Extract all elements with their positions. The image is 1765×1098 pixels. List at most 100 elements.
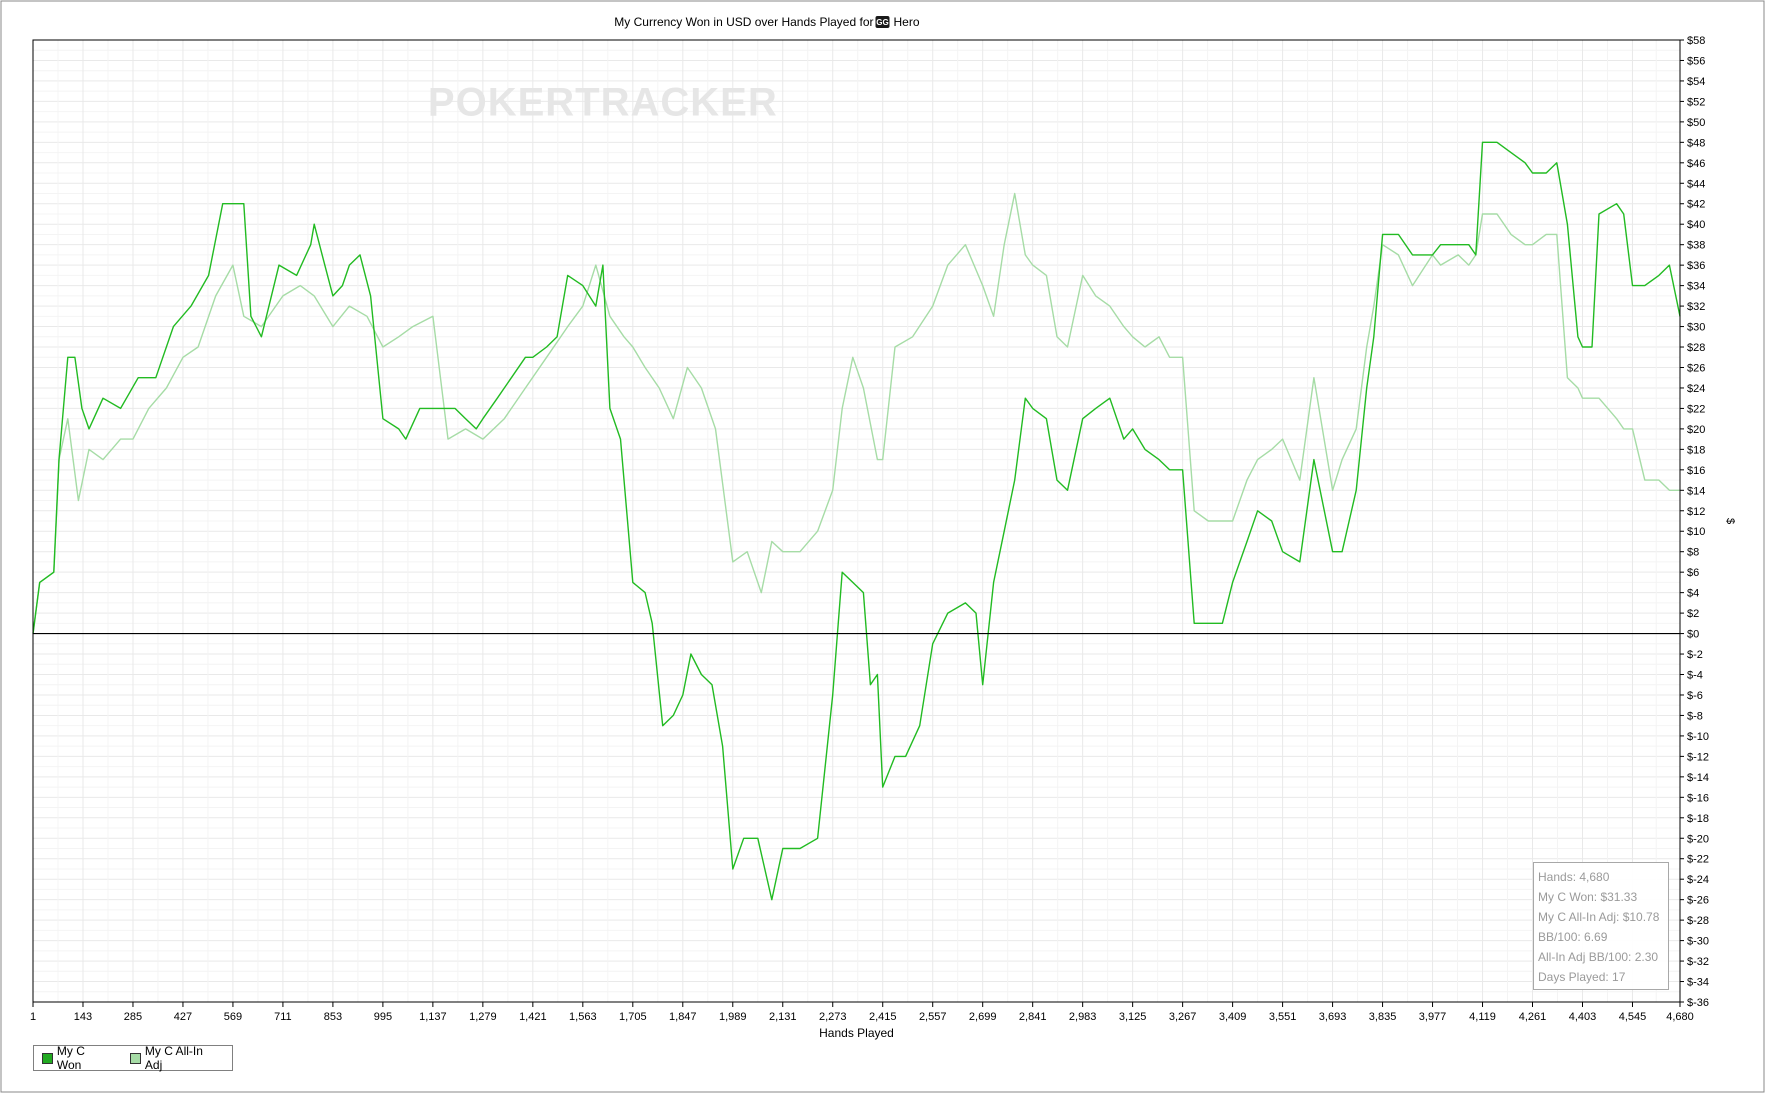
chart-legend: My C Won My C All-In Adj — [33, 1044, 233, 1072]
y-tick-label: $-20 — [1687, 833, 1709, 845]
legend-swatch-all-in-adj — [130, 1052, 141, 1064]
chart-title-player: Hero — [894, 15, 920, 29]
y-tick-label: $-34 — [1687, 977, 1709, 989]
y-tick-label: $10 — [1687, 526, 1705, 538]
y-tick-label: $0 — [1687, 629, 1699, 641]
y-tick-label: $26 — [1687, 362, 1705, 374]
x-tick-label: 2,415 — [869, 1011, 897, 1023]
x-tick-label: 2,983 — [1069, 1011, 1097, 1023]
x-tick-label: 3,835 — [1369, 1011, 1397, 1023]
stat-bb100: BB/100: 6.69 — [1538, 930, 1608, 944]
x-tick-label: 4,119 — [1469, 1011, 1496, 1023]
x-tick-label: 3,551 — [1269, 1011, 1297, 1023]
stat-hands: Hands: 4,680 — [1538, 870, 1610, 884]
y-tick-label: $36 — [1687, 260, 1705, 272]
y-tick-label: $22 — [1687, 403, 1705, 415]
x-tick-label: 3,125 — [1119, 1011, 1147, 1023]
y-tick-label: $-24 — [1687, 874, 1709, 886]
y-tick-label: $-8 — [1687, 710, 1703, 722]
y-tick-label: $4 — [1687, 588, 1699, 600]
y-tick-label: $12 — [1687, 506, 1705, 518]
x-tick-label: 3,693 — [1319, 1011, 1347, 1023]
legend-item-all-in-adj[interactable]: My C All-In Adj — [130, 1044, 222, 1072]
y-tick-label: $34 — [1687, 281, 1705, 293]
y-tick-label: $52 — [1687, 96, 1705, 108]
y-tick-label: $-10 — [1687, 731, 1709, 743]
stats-box: Hands: 4,680 My C Won: $31.33 My C All-I… — [1533, 862, 1669, 990]
y-tick-label: $42 — [1687, 199, 1705, 211]
x-tick-label: 3,267 — [1169, 1011, 1197, 1023]
y-tick-label: $38 — [1687, 240, 1705, 252]
x-tick-label: 853 — [324, 1011, 342, 1023]
y-tick-label: $40 — [1687, 219, 1705, 231]
y-axis-label: $ — [1724, 518, 1736, 524]
pokertracker-watermark: POKERTRACKER — [428, 80, 778, 124]
y-tick-label: $14 — [1687, 485, 1705, 497]
y-tick-label: $-22 — [1687, 854, 1709, 866]
x-tick-label: 2,699 — [969, 1011, 997, 1023]
y-tick-label: $-16 — [1687, 792, 1709, 804]
x-tick-label: 3,409 — [1219, 1011, 1247, 1023]
y-tick-label: $32 — [1687, 301, 1705, 313]
y-tick-label: $-4 — [1687, 670, 1703, 682]
x-tick-label: 1,847 — [669, 1011, 697, 1023]
x-tick-label: 427 — [174, 1011, 192, 1023]
x-tick-label: 1,989 — [719, 1011, 747, 1023]
y-tick-label: $-14 — [1687, 772, 1709, 784]
x-tick-label: 4,680 — [1666, 1011, 1694, 1023]
x-tick-label: 1 — [30, 1011, 36, 1023]
chart-title-text: My Currency Won in USD over Hands Played… — [614, 15, 873, 29]
y-tick-label: $58 — [1687, 35, 1705, 47]
y-tick-label: $20 — [1687, 424, 1705, 436]
y-tick-label: $56 — [1687, 55, 1705, 67]
x-tick-label: 1,563 — [569, 1011, 597, 1023]
x-tick-label: 2,273 — [819, 1011, 847, 1023]
legend-label-all-in-adj: My C All-In Adj — [144, 1044, 203, 1072]
x-tick-label: 143 — [74, 1011, 92, 1023]
x-tick-label: 1,421 — [519, 1011, 547, 1023]
y-tick-label: $44 — [1687, 178, 1705, 190]
y-tick-label: $-26 — [1687, 895, 1709, 907]
y-tick-label: $46 — [1687, 158, 1705, 170]
y-tick-label: $6 — [1687, 567, 1699, 579]
stat-days: Days Played: 17 — [1538, 970, 1626, 984]
y-tick-label: $-32 — [1687, 956, 1709, 968]
y-tick-label: $2 — [1687, 608, 1699, 620]
y-tick-label: $-6 — [1687, 690, 1703, 702]
y-tick-label: $50 — [1687, 117, 1705, 129]
x-tick-label: 2,131 — [769, 1011, 797, 1023]
y-tick-label: $8 — [1687, 547, 1699, 559]
x-tick-label: 1,705 — [619, 1011, 647, 1023]
stat-all-in-adj: My C All-In Adj: $10.78 — [1538, 910, 1660, 924]
x-tick-label: 569 — [224, 1011, 242, 1023]
y-tick-label: $18 — [1687, 444, 1705, 456]
x-tick-label: 285 — [124, 1011, 142, 1023]
x-tick-label: 995 — [374, 1011, 392, 1023]
stat-won: My C Won: $31.33 — [1538, 890, 1638, 904]
y-tick-label: $-36 — [1687, 997, 1709, 1009]
x-axis-label: Hands Played — [819, 1026, 894, 1040]
x-tick-label: 1,137 — [419, 1011, 447, 1023]
x-tick-label: 2,557 — [919, 1011, 947, 1023]
chart-window: My Currency Won in USD over Hands Played… — [0, 0, 1765, 1093]
x-tick-label: 1,279 — [469, 1011, 497, 1023]
y-tick-label: $54 — [1687, 76, 1705, 88]
x-tick-label: 4,545 — [1619, 1011, 1647, 1023]
y-tick-label: $28 — [1687, 342, 1705, 354]
y-tick-label: $-18 — [1687, 813, 1709, 825]
x-tick-label: 3,977 — [1419, 1011, 1447, 1023]
legend-label-won: My C Won — [56, 1044, 85, 1072]
y-tick-label: $-30 — [1687, 936, 1709, 948]
y-tick-label: $-28 — [1687, 915, 1709, 927]
legend-item-won[interactable]: My C Won — [42, 1044, 112, 1072]
y-tick-label: $30 — [1687, 322, 1705, 334]
chart-canvas: My Currency Won in USD over Hands Played… — [0, 0, 1765, 1093]
gg-badge-text: GG — [876, 18, 888, 27]
legend-swatch-won — [42, 1052, 53, 1064]
x-tick-label: 711 — [274, 1011, 292, 1023]
y-tick-label: $-2 — [1687, 649, 1703, 661]
x-tick-label: 4,261 — [1519, 1011, 1547, 1023]
y-tick-label: $16 — [1687, 465, 1705, 477]
stat-all-in-bb100: All-In Adj BB/100: 2.30 — [1538, 950, 1659, 964]
x-tick-label: 2,841 — [1019, 1011, 1047, 1023]
